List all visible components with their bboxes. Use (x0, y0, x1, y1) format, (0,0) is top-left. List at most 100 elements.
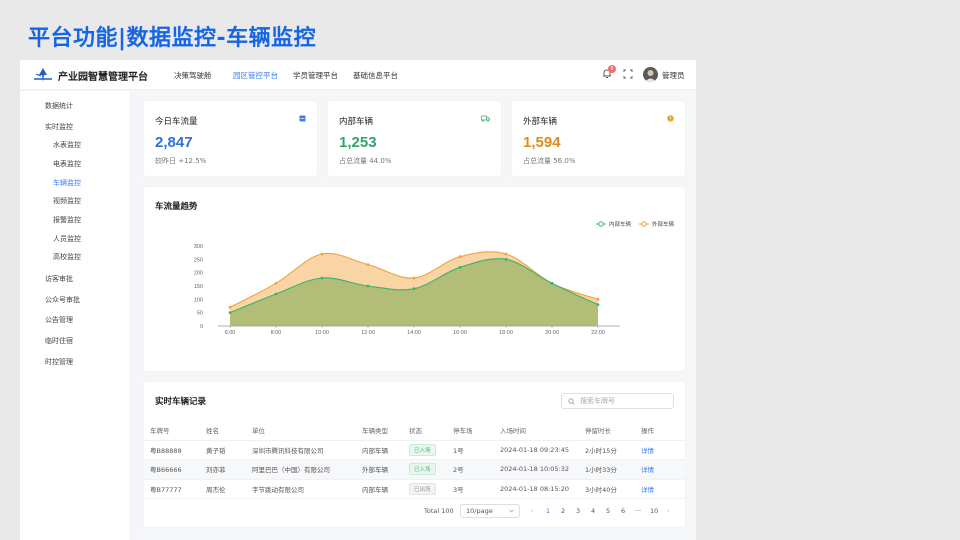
nav-park-control[interactable]: 园区管控平台 (233, 70, 278, 81)
sidebar-item-realtime-monitor[interactable]: 实时监控 (45, 122, 73, 132)
username[interactable]: 管理员 (662, 70, 685, 81)
cell-action: 详情 (635, 479, 685, 499)
sidebar-item-video-monitor[interactable]: 视频监控 (53, 196, 81, 206)
data-point (274, 281, 278, 285)
stat-title: 外部车辆 (523, 117, 558, 127)
y-tick-label: 0 (200, 324, 203, 330)
cell-plate: 粤B66666 (144, 459, 200, 480)
search-box[interactable] (561, 393, 674, 409)
search-icon (568, 398, 575, 405)
sidebar-item-official-account[interactable]: 公众号审批 (45, 295, 80, 305)
prev-page-button[interactable]: ‹ (531, 507, 534, 515)
stat-card-internal-vehicles: 内部车辆 1,253 占总流量 44.0% (328, 101, 501, 176)
status-badge: 已入场 (409, 443, 436, 456)
y-tick-label: 100 (194, 297, 203, 303)
column-header: 停留时长 (579, 421, 635, 441)
column-header: 停车场 (447, 421, 494, 441)
cell-status: 已入场 (403, 440, 447, 460)
nav-dashboard[interactable]: 决策驾驶舱 (174, 70, 212, 81)
cell-status: 已入场 (403, 459, 447, 480)
data-point (596, 303, 600, 307)
brand-name: 产业园智慧管理平台 (58, 72, 148, 83)
x-tick-label: 12:00 (361, 330, 375, 336)
cell-name: 周杰伦 (200, 479, 246, 499)
page-button-2[interactable]: 2 (561, 507, 565, 515)
cell-status: 已出场 (403, 479, 447, 499)
cell-vehicle-type: 外部车辆 (356, 459, 403, 480)
cell-name: 黄子韬 (200, 440, 246, 460)
legend-label: 外部车辆 (652, 220, 675, 228)
data-point (320, 276, 324, 280)
slide-title: 平台功能|数据监控-车辆监控 (28, 26, 317, 51)
fullscreen-icon[interactable] (623, 69, 633, 79)
calendar-icon (299, 115, 306, 122)
truck-icon (481, 115, 490, 122)
search-input[interactable] (580, 395, 670, 407)
data-point (228, 305, 232, 309)
legend-label: 内部车辆 (609, 220, 632, 228)
x-tick-label: 16:00 (453, 330, 467, 336)
records-table: 车牌号 姓名 单位 车辆类型 状态 停车场 入场时间 停留时长 操作 粤B888… (144, 421, 685, 499)
page-size-select[interactable]: 10/page (460, 504, 520, 518)
page-button-1[interactable]: 1 (546, 507, 550, 515)
page-button-3[interactable]: 3 (576, 507, 580, 515)
cell-duration: 2小时15分 (579, 440, 635, 460)
pagination-total: Total 100 (424, 507, 454, 515)
sidebar-item-water-meter[interactable]: 水表监控 (53, 140, 81, 150)
y-tick-label: 200 (194, 271, 203, 277)
x-tick-label: 22:00 (591, 330, 605, 336)
table-row: 粤B77777 周杰伦 字节跳动有限公司 内部车辆 已出场 3号 2024-01… (144, 479, 685, 499)
sidebar-item-alarm-monitor[interactable]: 报警监控 (53, 215, 81, 225)
nav-student-management[interactable]: 学员管理平台 (293, 70, 338, 81)
page-ellipsis[interactable]: ··· (635, 507, 641, 515)
stat-value: 2,847 (155, 134, 193, 151)
nav-basic-info[interactable]: 基础信息平台 (353, 70, 398, 81)
cell-vehicle-type: 内部车辆 (356, 440, 403, 460)
x-tick-label: 18:00 (499, 330, 513, 336)
status-badge: 已入场 (409, 463, 436, 476)
trend-chart-card: 车流量趋势 300 250 200 150 100 50 0 6:00 8:00 10:00 12:… (144, 187, 685, 371)
sidebar-item-temp-lodging[interactable]: 临时住宿 (45, 336, 73, 346)
stat-card-external-vehicles: 外部车辆 1,594 占总流量 56.0% (512, 101, 685, 176)
stat-value: 1,253 (339, 134, 377, 151)
table-row: 粤B88888 黄子韬 深圳市腾讯科技有限公司 内部车辆 已入场 1号 2024… (144, 440, 685, 460)
sidebar-item-visitor-approval[interactable]: 访客审批 (45, 274, 73, 284)
stat-subtext: 较昨日 +12.5% (155, 157, 207, 165)
y-tick-label: 50 (197, 311, 203, 317)
legend-marker (641, 221, 647, 227)
details-link[interactable]: 详情 (641, 466, 654, 474)
page-button-6[interactable]: 6 (621, 507, 625, 515)
next-page-button[interactable]: › (667, 507, 670, 515)
data-point (504, 252, 508, 256)
table-header-row: 车牌号 姓名 单位 车辆类型 状态 停车场 入场时间 停留时长 操作 (144, 421, 685, 441)
cell-entry-time: 2024-01-18 10:05:32 (494, 459, 579, 480)
cell-company: 字节跳动有限公司 (246, 479, 356, 499)
details-link[interactable]: 详情 (641, 447, 654, 455)
sidebar-item-data-stats[interactable]: 数据统计 (45, 101, 73, 111)
page-button-5[interactable]: 5 (606, 507, 610, 515)
data-point (228, 311, 232, 315)
data-point (596, 297, 600, 301)
page-button-4[interactable]: 4 (591, 507, 595, 515)
details-link[interactable]: 详情 (641, 486, 654, 494)
avatar[interactable] (643, 67, 658, 82)
stat-title: 今日车流量 (155, 117, 198, 127)
chevron-down-icon (509, 509, 514, 513)
sidebar-item-time-control[interactable]: 时控管理 (45, 357, 73, 367)
sidebar-item-campus-monitor[interactable]: 高校监控 (53, 252, 81, 262)
trend-chart: 300 250 200 150 100 50 0 6:00 8:00 10:00 12:00 14:0… (194, 220, 675, 336)
sidebar-item-electric-meter[interactable]: 电表监控 (53, 159, 81, 169)
sidebar-item-vehicle-monitor[interactable]: 车辆监控 (53, 178, 81, 188)
cell-entry-time: 2024-01-18 09:23:45 (494, 440, 579, 460)
sidebar-item-personnel-monitor[interactable]: 人员监控 (53, 234, 81, 244)
column-header: 姓名 (200, 421, 246, 441)
column-header: 车辆类型 (356, 421, 403, 441)
table-row: 粤B66666 刘亦菲 阿里巴巴（中国）有限公司 外部车辆 已入场 2号 202… (144, 459, 685, 480)
page-button-10[interactable]: 10 (650, 507, 658, 515)
stat-subtext: 占总流量 56.0% (523, 157, 576, 165)
sidebar-item-announcements[interactable]: 公告管理 (45, 315, 73, 325)
cell-plate: 粤B88888 (144, 440, 200, 460)
cell-entry-time: 2024-01-18 08:15:20 (494, 479, 579, 499)
cell-parking-lot: 1号 (447, 440, 494, 460)
stat-card-total-flow: 今日车流量 2,847 较昨日 +12.5% (144, 101, 317, 176)
